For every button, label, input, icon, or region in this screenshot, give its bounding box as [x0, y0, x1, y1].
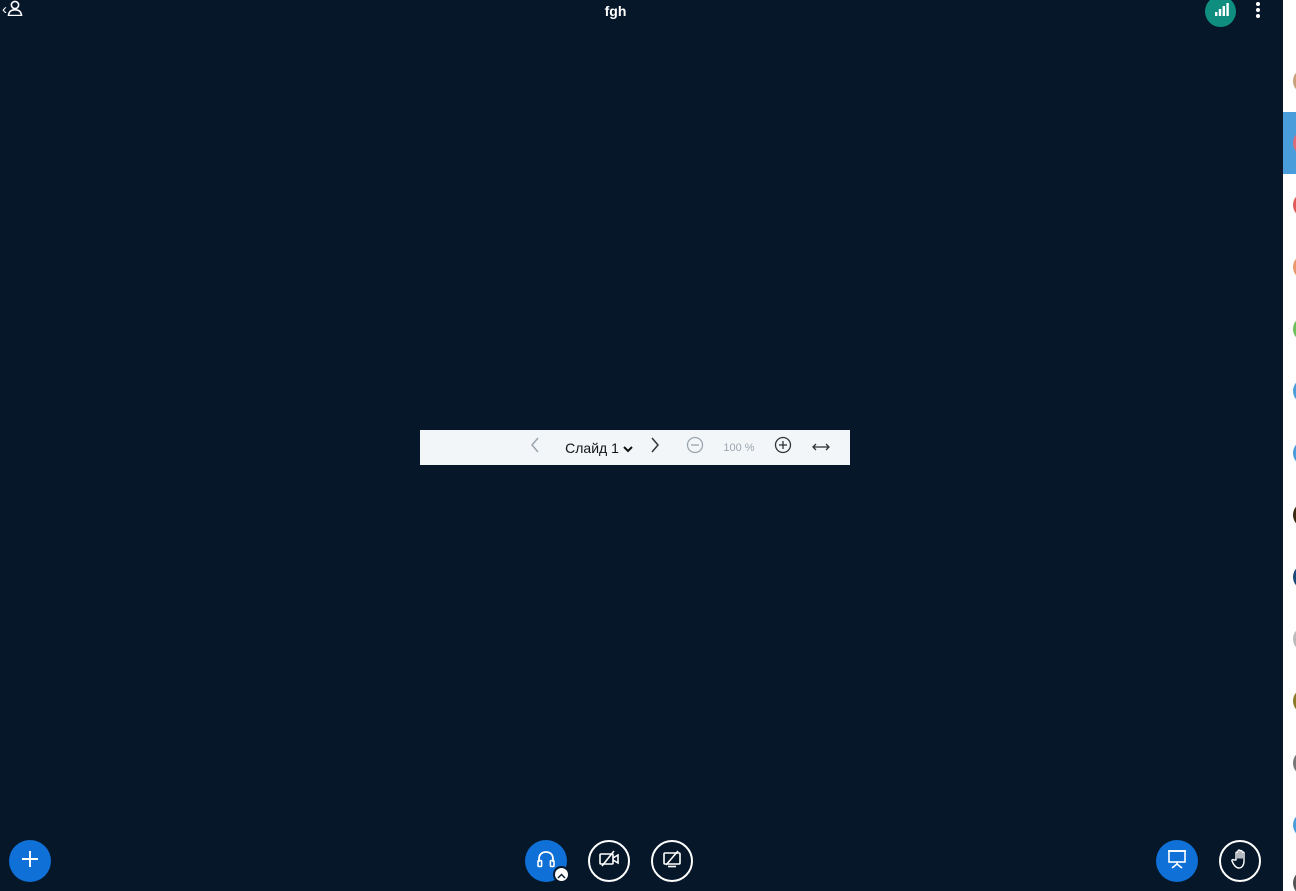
screen-share-off-icon	[662, 849, 682, 873]
chevron-left-icon	[530, 437, 540, 458]
chevron-right-icon	[650, 437, 660, 458]
presentation-icon	[1167, 849, 1187, 874]
chevron-down-icon	[623, 440, 633, 456]
slide-select[interactable]: Слайд 1	[558, 430, 640, 465]
signal-bars-icon	[1213, 1, 1229, 22]
zoom-in-button[interactable]	[773, 430, 793, 465]
meeting-title: fgh	[604, 3, 627, 19]
actions-button[interactable]	[9, 840, 51, 882]
headphones-icon	[536, 850, 556, 873]
toggle-presentation-button[interactable]	[1156, 840, 1198, 882]
hand-icon	[1230, 848, 1250, 875]
connection-status-button[interactable]	[1205, 0, 1236, 27]
zoom-value: 100 %	[723, 441, 755, 454]
chevron-up-icon	[557, 866, 566, 884]
plus-icon	[20, 849, 40, 874]
share-screen-button[interactable]	[651, 840, 693, 882]
options-menu-button[interactable]	[1248, 1, 1268, 23]
fit-width-icon	[811, 439, 831, 457]
zoom-out-icon	[686, 436, 704, 459]
presentation-area: ‹ fgh Слайд 1 100 %	[0, 0, 1283, 891]
slide-select-label: Слайд 1	[565, 439, 619, 456]
share-webcam-button[interactable]	[588, 840, 630, 882]
fit-to-width-button[interactable]	[810, 430, 832, 465]
camera-off-icon	[598, 850, 620, 873]
audio-options-button[interactable]	[553, 866, 570, 883]
next-slide-button[interactable]	[646, 430, 664, 465]
zoom-out-button[interactable]	[685, 430, 705, 465]
raise-hand-button[interactable]	[1219, 840, 1261, 882]
presentation-toolbar: Слайд 1 100 %	[420, 430, 850, 465]
zoom-in-icon	[774, 436, 792, 459]
conference-app: ‹ fgh Слайд 1 100 %	[0, 0, 1296, 891]
webcam-sidebar	[1283, 0, 1296, 891]
more-vertical-icon	[1255, 1, 1261, 24]
previous-slide-button[interactable]	[526, 430, 544, 465]
